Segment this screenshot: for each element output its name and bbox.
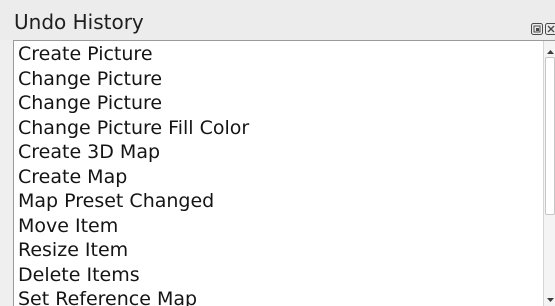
float-icon[interactable]: [531, 20, 543, 35]
panel-title: Undo History: [14, 10, 144, 34]
list-item[interactable]: Create Map: [18, 165, 249, 190]
vertical-scrollbar[interactable]: [543, 41, 555, 306]
list-item[interactable]: Change Picture Fill Color: [18, 116, 249, 141]
history-items: Create Picture Change Picture Change Pic…: [18, 42, 249, 306]
undo-history-list[interactable]: Create Picture Change Picture Change Pic…: [13, 40, 555, 306]
list-item[interactable]: Create 3D Map: [18, 140, 249, 165]
list-item[interactable]: Move Item: [18, 214, 249, 239]
list-item[interactable]: Change Picture: [18, 67, 249, 92]
list-item[interactable]: Resize Item: [18, 238, 249, 263]
close-icon[interactable]: [545, 20, 555, 35]
panel-titlebar[interactable]: Undo History: [0, 0, 555, 40]
list-item[interactable]: Set Reference Map: [18, 287, 249, 306]
scrollbar-thumb[interactable]: [545, 57, 555, 215]
list-item[interactable]: Delete Items: [18, 263, 249, 288]
arrow-up-icon[interactable]: [545, 43, 555, 55]
list-item[interactable]: Create Picture: [18, 42, 249, 67]
list-item[interactable]: Change Picture: [18, 91, 249, 116]
undo-history-panel: Undo History Create Picture Change Pictu…: [0, 0, 555, 306]
arrow-down-icon[interactable]: [545, 291, 555, 303]
list-item[interactable]: Map Preset Changed: [18, 189, 249, 214]
